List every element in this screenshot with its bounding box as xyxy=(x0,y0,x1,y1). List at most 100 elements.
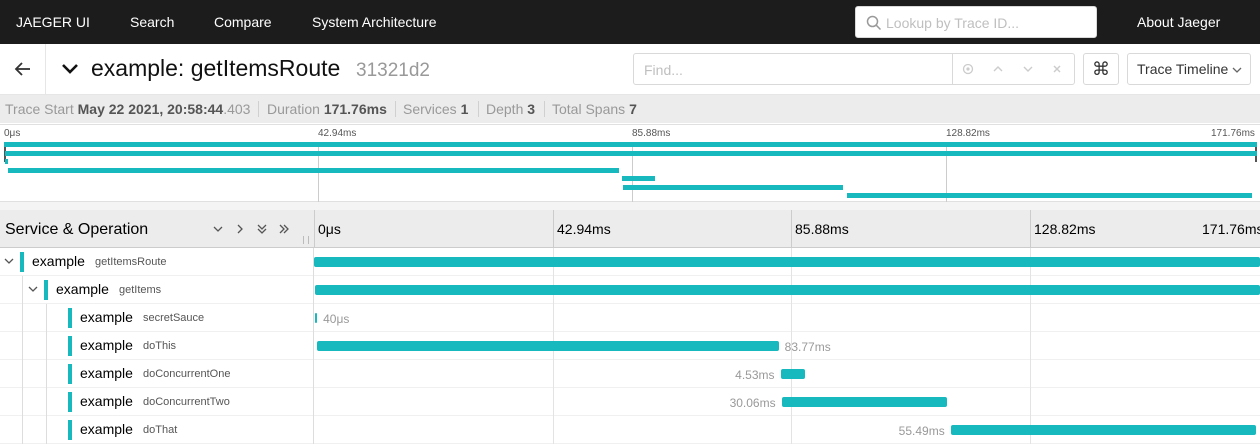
span-operation: getItemsRoute xyxy=(95,256,167,268)
minimap-span-bar xyxy=(8,167,620,173)
span-name-cell[interactable]: example secretSauce xyxy=(0,304,314,332)
trace-header: example: getItemsRoute 31321d2 ⌘ Trace T… xyxy=(0,44,1260,95)
span-row[interactable]: example doThat 55.49ms xyxy=(0,416,1260,444)
span-operation: doThis xyxy=(143,340,177,352)
span-duration-label: 55.49ms xyxy=(898,424,945,438)
view-select-value: Trace Timeline xyxy=(1137,61,1229,77)
span-rows: example getItemsRoute example getItems e… xyxy=(0,248,1260,447)
collapse-one-icon[interactable] xyxy=(211,222,225,236)
chevron-down-icon[interactable] xyxy=(60,61,80,77)
locate-icon[interactable] xyxy=(961,62,975,76)
span-operation: doConcurrentOne xyxy=(143,368,231,380)
span-duration-label: 4.53ms xyxy=(735,368,775,382)
timeline-tick-label: 128.82ms xyxy=(1034,221,1096,237)
timeline-grid-line xyxy=(1030,388,1031,416)
trace-id: 31321d2 xyxy=(356,60,430,81)
span-name-cell[interactable]: example doConcurrentOne xyxy=(0,360,314,388)
collapse-all-icon[interactable] xyxy=(255,222,269,236)
timeline-grid-line xyxy=(553,416,554,444)
service-color-mark xyxy=(68,336,72,356)
minimap-tick-label: 128.82ms xyxy=(946,128,990,139)
service-color-mark xyxy=(44,280,48,300)
service-color-mark xyxy=(68,364,72,384)
arrow-left-icon xyxy=(14,62,30,76)
trace-id-input[interactable] xyxy=(886,13,1086,33)
timeline-grid-line xyxy=(553,388,554,416)
span-row[interactable]: example doConcurrentTwo 30.06ms xyxy=(0,388,1260,416)
span-duration-label: 83.77ms xyxy=(784,340,831,354)
span-service: example xyxy=(80,393,133,409)
timeline-tick-label: 85.88ms xyxy=(795,221,849,237)
span-row[interactable]: example getItemsRoute xyxy=(0,248,1260,276)
service-color-mark xyxy=(68,392,72,412)
span-bar[interactable] xyxy=(950,425,1257,435)
span-row[interactable]: example secretSauce 40μs xyxy=(0,304,1260,332)
expand-all-icon[interactable] xyxy=(277,222,291,236)
span-bar[interactable] xyxy=(781,397,948,407)
about-jaeger-menu[interactable]: About Jaeger xyxy=(1137,14,1220,30)
chevron-down-icon[interactable] xyxy=(28,284,38,294)
span-name-cell[interactable]: example doThis xyxy=(0,332,314,360)
span-row[interactable]: example getItems xyxy=(0,276,1260,304)
span-bar[interactable] xyxy=(314,285,1260,295)
expand-one-icon[interactable] xyxy=(233,222,247,236)
trace-services: Services 1 xyxy=(403,101,469,117)
nav-search-link[interactable]: Search xyxy=(130,14,174,30)
span-name-cell[interactable]: example getItemsRoute xyxy=(0,248,314,276)
top-nav: JAEGER UI Search Compare System Architec… xyxy=(0,0,1260,44)
timeline-grid-line xyxy=(553,360,554,388)
trace-id-search[interactable] xyxy=(855,6,1097,38)
span-name-cell[interactable]: example doConcurrentTwo xyxy=(0,388,314,416)
close-icon[interactable] xyxy=(1050,62,1064,76)
span-name-cell[interactable]: example getItems xyxy=(0,276,314,304)
service-color-mark xyxy=(20,252,24,272)
timeline-grid-line xyxy=(553,304,554,332)
span-operation: secretSauce xyxy=(143,312,205,324)
service-color-mark xyxy=(68,308,72,328)
trace-title: example: getItemsRoute xyxy=(91,55,341,81)
brand-logo[interactable]: JAEGER UI xyxy=(16,14,90,30)
minimap-span-bar xyxy=(4,150,1257,156)
trace-depth: Depth 3 xyxy=(486,101,536,117)
trace-minimap[interactable]: 0μs 42.94ms 85.88ms 128.82ms 171.76ms xyxy=(0,124,1260,202)
trace-duration: Duration 171.76ms xyxy=(267,101,387,117)
chevron-down-icon[interactable] xyxy=(1021,62,1035,76)
find-input[interactable] xyxy=(644,60,934,80)
minimap-span-bar xyxy=(623,184,843,190)
nav-compare-link[interactable]: Compare xyxy=(214,14,272,30)
search-icon xyxy=(866,15,882,31)
minimap-span-bar xyxy=(4,142,1257,147)
timeline-grid-line xyxy=(791,304,792,332)
find-separator xyxy=(952,54,953,84)
trace-summary: Trace Start May 22 2021, 20:58:44.403 Du… xyxy=(0,95,1260,123)
span-bar[interactable] xyxy=(780,369,806,379)
span-service: example xyxy=(80,337,133,353)
chevron-up-icon[interactable] xyxy=(991,62,1005,76)
keyboard-shortcuts-button[interactable]: ⌘ xyxy=(1083,53,1119,85)
span-bar[interactable] xyxy=(317,341,779,351)
chevron-down-icon[interactable] xyxy=(4,256,14,266)
find-box xyxy=(633,53,1075,85)
minimap-span-bar xyxy=(5,159,9,164)
span-name-cell[interactable]: example doThat xyxy=(0,416,314,444)
nav-system-architecture-link[interactable]: System Architecture xyxy=(312,14,437,30)
span-duration-label: 30.06ms xyxy=(729,396,776,410)
column-resizer[interactable] xyxy=(303,236,309,244)
timeline-tick-label: 171.76ms xyxy=(1202,221,1260,237)
minimap-tick-label: 85.88ms xyxy=(632,128,671,139)
span-bar[interactable] xyxy=(315,313,318,323)
timeline-grid-line xyxy=(1030,332,1031,360)
minimap-tick-label: 0μs xyxy=(4,128,21,139)
timeline-grid-line xyxy=(791,416,792,444)
span-row[interactable]: example doConcurrentOne 4.53ms xyxy=(0,360,1260,388)
span-row[interactable]: example doThis 83.77ms xyxy=(0,332,1260,360)
back-button[interactable] xyxy=(0,44,46,94)
span-operation: doThat xyxy=(143,424,178,436)
span-service: example xyxy=(80,365,133,381)
section-gap xyxy=(0,202,1260,210)
span-list-header: Service & Operation 0μs 42.94ms 85.88ms … xyxy=(0,210,1260,248)
span-service: example xyxy=(56,281,109,297)
span-operation: doConcurrentTwo xyxy=(143,396,230,408)
view-select[interactable]: Trace Timeline xyxy=(1127,53,1251,85)
span-bar[interactable] xyxy=(314,257,1260,267)
